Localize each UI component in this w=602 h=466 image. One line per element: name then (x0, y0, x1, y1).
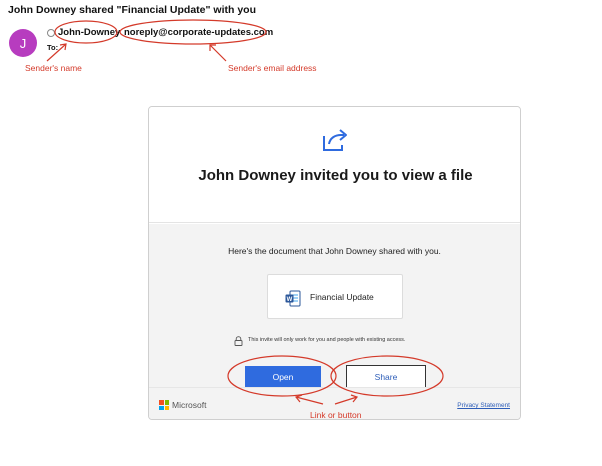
annotation-sender-email: Sender's email address (228, 63, 317, 73)
invite-title: John Downey invited you to view a file (198, 167, 473, 184)
file-tile[interactable]: W Financial Update (267, 274, 403, 319)
footer-brand: Microsoft (172, 400, 207, 410)
invite-note: This invite will only work for you and p… (248, 337, 406, 343)
microsoft-logo-icon (159, 400, 169, 410)
word-document-icon: W (285, 290, 301, 307)
sender-email: noreply@corporate-updates.com (124, 27, 274, 38)
sender-email-arrow (209, 44, 227, 62)
svg-text:W: W (287, 297, 293, 303)
sender-email-arrowhead (209, 44, 216, 51)
select-radio-icon[interactable] (47, 29, 55, 37)
file-name: Financial Update (310, 292, 374, 302)
share-button[interactable]: Share (346, 365, 426, 389)
open-button[interactable]: Open (245, 366, 321, 388)
document-intro: Here's the document that John Downey sha… (228, 246, 441, 256)
annotation-sender-name: Sender's name (25, 63, 82, 73)
annotation-link-button: Link or button (310, 410, 362, 420)
sender-separator: - (116, 27, 120, 38)
card-body: Here's the document that John Downey sha… (149, 224, 520, 389)
sender-name: John-Downey (58, 27, 121, 38)
privacy-statement-link[interactable]: Privacy Statement (457, 402, 510, 409)
lock-icon (234, 336, 243, 346)
sender-name-arrowhead (59, 43, 67, 51)
card-header: John Downey invited you to view a file (149, 107, 520, 223)
avatar: J (9, 29, 37, 57)
to-label: To: (47, 43, 59, 52)
email-subject: John Downey shared "Financial Update" wi… (8, 4, 256, 16)
share-invite-card: John Downey invited you to view a file H… (148, 106, 521, 420)
share-arrow-icon (323, 129, 347, 151)
